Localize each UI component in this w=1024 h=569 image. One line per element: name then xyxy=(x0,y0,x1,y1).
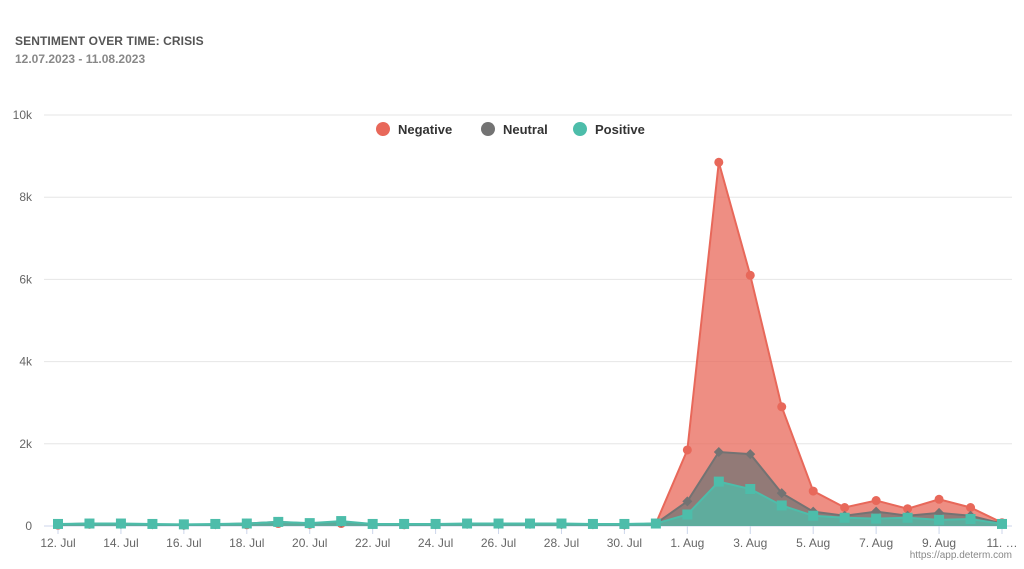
positive-point xyxy=(53,518,63,529)
positive-point xyxy=(399,518,410,529)
x-tick-label: 1. Aug xyxy=(670,536,704,550)
y-tick-label: 8k xyxy=(19,190,33,204)
series-markers xyxy=(53,157,1007,531)
positive-point xyxy=(965,514,976,525)
x-tick-label: 11. … xyxy=(986,536,1017,550)
x-axis: 12. Jul 14. Jul 16. Jul 18. Jul 20. Jul 22. J… xyxy=(40,526,1018,550)
negative-point xyxy=(682,445,692,455)
positive-point xyxy=(587,518,598,529)
positive-point xyxy=(745,484,756,495)
positive-point xyxy=(682,509,693,520)
positive-point xyxy=(808,510,819,521)
x-tick-label: 22. Jul xyxy=(355,536,390,550)
positive-point xyxy=(556,518,567,529)
positive-point xyxy=(839,512,850,523)
y-tick-label: 2k xyxy=(19,437,33,451)
negative-area xyxy=(58,162,1002,526)
x-tick-label: 16. Jul xyxy=(166,536,201,550)
y-tick-label: 4k xyxy=(19,355,33,369)
series-areas xyxy=(57,161,1003,527)
grid-lines xyxy=(44,114,1012,527)
neutral-area xyxy=(58,452,1002,526)
positive-point xyxy=(462,518,473,529)
legend-marker-positive xyxy=(573,122,587,136)
negative-point xyxy=(934,494,944,504)
legend-item-neutral[interactable]: Neutral xyxy=(481,122,548,137)
sentiment-chart: 0 2k 4k 6k 8k 10k 12. Jul 14. Jul 16. Jul 18. Ju… xyxy=(13,108,1018,550)
negative-point xyxy=(871,496,881,506)
positive-point xyxy=(210,518,221,529)
positive-point xyxy=(430,518,441,529)
negative-point xyxy=(745,270,755,280)
positive-point xyxy=(776,500,787,511)
x-tick-label: 24. Jul xyxy=(418,536,453,550)
legend-label-neutral: Neutral xyxy=(503,122,548,137)
negative-point xyxy=(966,503,976,513)
x-tick-label: 28. Jul xyxy=(544,536,579,550)
positive-point xyxy=(493,518,504,529)
negative-line xyxy=(57,161,1003,527)
x-tick-label: 18. Jul xyxy=(229,536,264,550)
positive-point xyxy=(934,514,945,525)
positive-point xyxy=(178,519,189,530)
negative-point xyxy=(714,157,724,167)
positive-point xyxy=(713,476,724,487)
negative-point xyxy=(777,402,787,412)
neutral-line xyxy=(57,450,1003,527)
x-tick-label: 30. Jul xyxy=(607,536,642,550)
x-tick-label: 20. Jul xyxy=(292,536,327,550)
x-tick-label: 14. Jul xyxy=(103,536,138,550)
legend-label-negative: Negative xyxy=(398,122,452,137)
negative-point xyxy=(808,486,818,496)
y-tick-label: 6k xyxy=(19,272,33,286)
negative-point xyxy=(840,503,850,513)
legend-marker-negative xyxy=(376,122,390,136)
positive-point xyxy=(619,518,630,529)
positive-point xyxy=(997,518,1007,529)
positive-point xyxy=(115,518,126,529)
positive-point xyxy=(241,518,252,529)
positive-point xyxy=(902,512,913,523)
positive-point xyxy=(367,518,378,529)
positive-point xyxy=(273,516,284,527)
y-tick-label: 10k xyxy=(13,108,33,122)
x-tick-label: 9. Aug xyxy=(922,536,956,550)
positive-point xyxy=(871,513,882,524)
y-tick-label: 0 xyxy=(25,519,32,533)
legend-item-negative[interactable]: Negative xyxy=(376,122,452,137)
x-tick-label: 5. Aug xyxy=(796,536,830,550)
positive-point xyxy=(650,518,661,529)
y-axis: 0 2k 4k 6k 8k 10k xyxy=(13,108,33,533)
x-tick-label: 7. Aug xyxy=(859,536,893,550)
positive-point xyxy=(147,518,158,529)
positive-point xyxy=(304,518,315,529)
x-tick-label: 26. Jul xyxy=(481,536,516,550)
legend-marker-neutral xyxy=(481,122,495,136)
legend-item-positive[interactable]: Positive xyxy=(573,122,645,137)
positive-point xyxy=(525,518,535,529)
legend-label-positive: Positive xyxy=(595,122,645,137)
x-tick-label: 3. Aug xyxy=(733,536,767,550)
x-tick-label: 12. Jul xyxy=(40,536,75,550)
positive-point xyxy=(336,516,347,527)
positive-point xyxy=(84,518,95,529)
credit-link[interactable]: https://app.determ.com xyxy=(910,550,1012,561)
legend: Negative Neutral Positive xyxy=(376,122,645,137)
positive-line xyxy=(57,480,1003,526)
